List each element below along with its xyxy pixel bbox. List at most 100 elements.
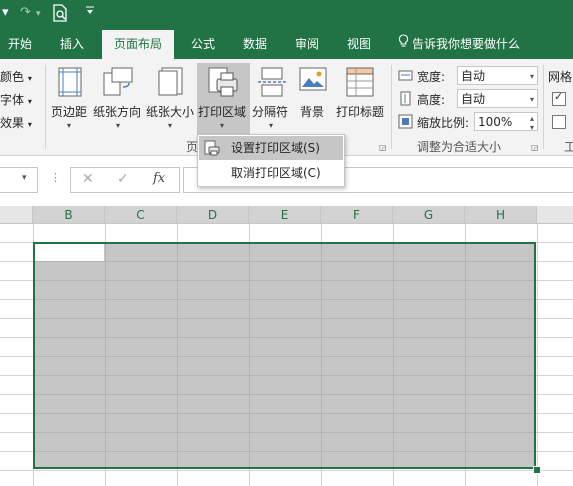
- selection-row-gridline: [35, 394, 534, 395]
- margins-button[interactable]: 页边距 ▾: [48, 61, 92, 135]
- tab-view[interactable]: 视图: [338, 30, 380, 59]
- column-header-g[interactable]: G: [393, 206, 465, 224]
- tell-me-text: 告诉我你想要做什么: [412, 37, 521, 51]
- scale-spinner[interactable]: 100% ▴ ▾: [474, 112, 538, 132]
- tab-review[interactable]: 审阅: [286, 30, 328, 59]
- chevron-down-icon: ▾: [27, 74, 32, 83]
- scale-value: 100%: [478, 115, 513, 129]
- set-print-area-item[interactable]: 设置打印区域(S): [199, 136, 343, 160]
- selection-row-gridline: [35, 261, 534, 262]
- fill-handle[interactable]: [533, 466, 541, 474]
- column-header-d[interactable]: D: [177, 206, 249, 224]
- tab-data[interactable]: 数据: [234, 30, 276, 59]
- chevron-down-icon: ▾: [168, 121, 173, 130]
- column-header-c[interactable]: C: [105, 206, 177, 224]
- gridlines-view-checkbox[interactable]: ✓: [552, 90, 566, 106]
- column-header-f[interactable]: F: [321, 206, 393, 224]
- height-select[interactable]: 自动 ▾: [457, 89, 538, 108]
- column-header-b[interactable]: B: [33, 206, 105, 224]
- spin-down-icon[interactable]: ▾: [530, 118, 534, 137]
- active-cell[interactable]: [35, 244, 104, 261]
- print-area-button[interactable]: 打印区域 ▾: [197, 63, 250, 134]
- group-divider: [45, 65, 46, 149]
- theme-fonts-button[interactable]: 字体 ▾: [0, 91, 32, 108]
- width-select[interactable]: 自动 ▾: [457, 66, 538, 85]
- selection-row-gridline: [35, 451, 534, 452]
- margins-label: 页边距: [51, 105, 88, 119]
- ribbon-tabs: 开始 插入 页面布局 公式 数据 审阅 视图 告诉我你想要做什么: [0, 30, 573, 59]
- background-label: 背景: [300, 105, 325, 119]
- enter-icon[interactable]: ✓: [117, 171, 129, 187]
- theme-effects-label: 效果: [0, 116, 25, 130]
- group-divider: [543, 65, 544, 149]
- width-label: 宽度:: [417, 70, 446, 84]
- insert-function-icon[interactable]: fx: [153, 171, 165, 186]
- resize-dots-icon[interactable]: ⋮: [50, 171, 61, 184]
- set-print-area-label: 设置打印区域(S): [231, 141, 320, 155]
- orientation-button[interactable]: 纸张方向 ▾: [93, 61, 145, 135]
- redo-dropdown-icon[interactable]: ▾: [36, 9, 41, 19]
- row-gridline: [0, 470, 573, 471]
- tab-home[interactable]: 开始: [0, 30, 40, 59]
- clear-print-area-item[interactable]: 取消打印区域(C): [199, 161, 343, 185]
- redo-icon[interactable]: ↷: [20, 5, 31, 20]
- chevron-down-icon: ▾: [220, 121, 225, 130]
- selection-row-gridline: [35, 375, 534, 376]
- selection-row-gridline: [35, 299, 534, 300]
- page-size-icon: [158, 67, 183, 96]
- lightbulb-icon: [398, 30, 409, 59]
- size-button[interactable]: 纸张大小 ▾: [146, 61, 196, 135]
- column-header-h[interactable]: H: [465, 206, 537, 224]
- breaks-button[interactable]: 分隔符 ▾: [252, 61, 292, 135]
- background-button[interactable]: 背景: [296, 61, 330, 135]
- column-header-e[interactable]: E: [249, 206, 321, 224]
- breaks-icon: [258, 67, 286, 97]
- selection-row-gridline: [35, 432, 534, 433]
- width-value: 自动: [461, 69, 486, 83]
- dialog-launcher-icon[interactable]: ◲: [531, 143, 539, 152]
- dialog-launcher-icon[interactable]: ◲: [379, 143, 387, 152]
- column-header-partial[interactable]: [537, 206, 573, 224]
- selection-row-gridline: [35, 356, 534, 357]
- scale-icon: [398, 114, 413, 129]
- chevron-down-icon: ▾: [529, 72, 534, 81]
- gridlines-print-checkbox[interactable]: [552, 115, 566, 129]
- clear-print-area-label: 取消打印区域(C): [231, 166, 321, 180]
- selection-column-gridline: [321, 244, 322, 467]
- chevron-down-icon: ▾: [116, 121, 121, 130]
- cancel-icon[interactable]: ✕: [82, 171, 94, 187]
- tab-insert[interactable]: 插入: [50, 30, 94, 59]
- theme-colors-button[interactable]: 颜色 ▾: [0, 68, 32, 85]
- theme-fonts-label: 字体: [0, 93, 25, 107]
- background-image-icon: [299, 67, 327, 91]
- tab-formulas[interactable]: 公式: [182, 30, 224, 59]
- print-area-menu: 设置打印区域(S) 取消打印区域(C): [197, 134, 345, 187]
- selection-row-gridline: [35, 280, 534, 281]
- tell-me-box[interactable]: 告诉我你想要做什么: [398, 30, 538, 59]
- customize-qat-icon[interactable]: [85, 4, 95, 20]
- selection-column-gridline: [249, 244, 250, 467]
- name-box[interactable]: ▾: [0, 167, 38, 193]
- orientation-label: 纸张方向: [93, 105, 142, 119]
- checkmark-icon: ✓: [554, 90, 564, 103]
- chevron-down-icon: ▾: [22, 173, 27, 183]
- scale-group-label: 调整为合适大小: [417, 140, 502, 154]
- print-titles-button[interactable]: 打印标题: [333, 61, 388, 135]
- selection-column-gridline: [177, 244, 178, 467]
- theme-effects-button[interactable]: 效果 ▾: [0, 114, 32, 131]
- print-preview-icon[interactable]: [52, 4, 68, 26]
- scale-label: 缩放比例:: [417, 116, 470, 130]
- chevron-down-icon: ▾: [269, 121, 274, 130]
- print-area-label: 打印区域: [198, 105, 247, 119]
- undo-dropdown-icon[interactable]: ▾: [2, 5, 9, 20]
- orientation-icon: [103, 67, 133, 96]
- title-bar: ▾ ↷ ▾: [0, 0, 573, 30]
- print-titles-icon: [346, 67, 374, 97]
- tab-page-layout[interactable]: 页面布局: [102, 30, 174, 59]
- chevron-down-icon: ▾: [27, 120, 32, 129]
- print-titles-label: 打印标题: [336, 105, 385, 119]
- column-header-partial[interactable]: [0, 206, 33, 224]
- formula-buttons: ✕ ✓ fx: [70, 167, 180, 193]
- selection-column-gridline: [465, 244, 466, 467]
- print-area-icon: [208, 67, 238, 97]
